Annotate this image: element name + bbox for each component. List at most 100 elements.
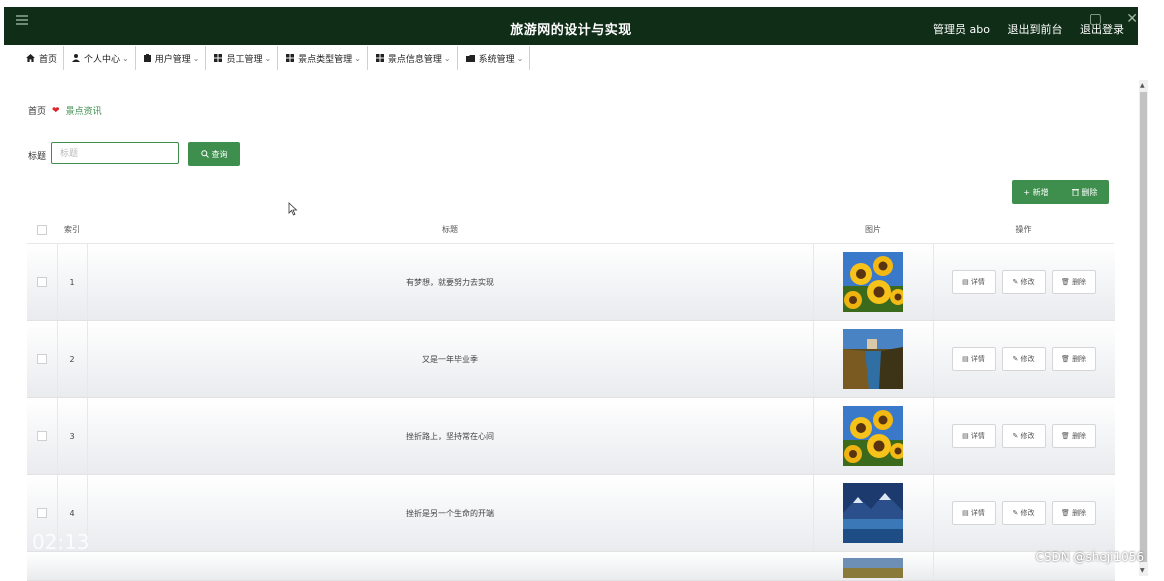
delete-button[interactable]: 🗑 删除 xyxy=(1051,424,1096,448)
table-row: 3 挫折路上，坚持常在心间 ▤ 详情 ✎ 修改 🗑 删除 xyxy=(27,398,1115,475)
edit-button[interactable]: ✎ 修改 xyxy=(1001,270,1046,294)
nav-home[interactable]: 首页 xyxy=(18,46,65,70)
nav-spot-type-management-label: 景点类型管理 xyxy=(298,54,353,65)
chevron-down-icon: ⌄ xyxy=(264,53,272,63)
row-checkbox[interactable] xyxy=(37,277,47,287)
detail-button[interactable]: ▤ 详情 xyxy=(951,424,996,448)
scroll-down-icon[interactable]: ▼ xyxy=(1140,567,1145,574)
detail-icon: ▤ xyxy=(962,278,971,286)
news-table: 索引 标题 图片 操作 1 有梦想，就要努力去实现 ▤ 详情 ✎ 修改 🗑 删除… xyxy=(27,216,1115,581)
user-icon xyxy=(72,54,81,62)
nav-user-management[interactable]: 用户管理 ⌄ xyxy=(136,46,207,70)
search-button-label: 查询 xyxy=(211,149,228,159)
sunflower-image xyxy=(843,252,903,312)
chevron-down-icon: ⌄ xyxy=(443,53,451,63)
edit-button[interactable]: ✎ 修改 xyxy=(1001,424,1046,448)
delete-button[interactable]: 🗑 删除 xyxy=(1051,270,1096,294)
nav-system-management-label: 系统管理 xyxy=(478,54,515,65)
admin-user-label: 管理员 abo xyxy=(933,23,990,36)
edit-button-label: 修改 xyxy=(1020,355,1035,363)
select-all-checkbox[interactable] xyxy=(37,224,47,235)
edit-icon: ✎ xyxy=(1012,278,1021,286)
row-title: 挫折路上，坚持常在心间 xyxy=(87,398,814,474)
row-checkbox[interactable] xyxy=(37,508,47,518)
edit-icon: ✎ xyxy=(1012,432,1021,440)
batch-delete-label: 删除 xyxy=(1081,187,1098,197)
close-icon[interactable]: ✕ xyxy=(1126,11,1138,27)
nav-staff-management[interactable]: 员工管理 ⌄ xyxy=(206,46,279,70)
delete-button[interactable]: 🗑 删除 xyxy=(1051,347,1096,371)
edit-button-label: 修改 xyxy=(1020,432,1035,440)
header-select-all[interactable] xyxy=(27,216,58,244)
detail-button-label: 详情 xyxy=(970,509,985,517)
mouse-cursor-icon xyxy=(288,202,298,216)
trash-icon: 🗑 xyxy=(1060,278,1073,286)
add-button[interactable]: + 新增 xyxy=(1012,180,1061,204)
detail-icon: ▤ xyxy=(962,355,971,363)
chevron-down-icon: ⌄ xyxy=(516,53,524,63)
detail-button-label: 详情 xyxy=(970,278,985,286)
edit-button-label: 修改 xyxy=(1020,509,1035,517)
watermark: CSDN @sheji1056 xyxy=(1035,550,1144,564)
landscape-image xyxy=(843,558,903,578)
edit-button-label: 修改 xyxy=(1020,278,1035,286)
delete-button-label: 删除 xyxy=(1072,278,1087,286)
edit-icon: ✎ xyxy=(1012,509,1021,517)
batch-delete-button[interactable]: 删除 xyxy=(1060,180,1109,204)
nav-personal-center[interactable]: 个人中心 ⌄ xyxy=(64,46,136,70)
edit-button[interactable]: ✎ 修改 xyxy=(1001,501,1046,525)
breadcrumb-current: 景点资讯 xyxy=(65,107,102,117)
nav-staff-management-label: 员工管理 xyxy=(226,54,263,65)
front-link[interactable]: 退出到前台 xyxy=(1008,23,1063,36)
home-icon xyxy=(26,54,35,62)
breadcrumb-home[interactable]: 首页 xyxy=(28,104,46,117)
column-header-image: 图片 xyxy=(813,216,934,244)
column-header-index: 索引 xyxy=(57,216,88,244)
add-button-label: + 新增 xyxy=(1023,187,1049,197)
scroll-up-icon[interactable]: ▲ xyxy=(1140,82,1145,89)
detail-button[interactable]: ▤ 详情 xyxy=(951,270,996,294)
logout-link[interactable]: 退出登录 xyxy=(1080,23,1124,36)
trash-icon xyxy=(1071,189,1079,196)
detail-icon: ▤ xyxy=(962,432,971,440)
breadcrumb: 首页 ❤ 景点资讯 xyxy=(28,104,102,118)
maximize-icon[interactable]: ▢ xyxy=(1089,11,1102,27)
grid-icon xyxy=(214,54,223,62)
edit-button[interactable]: ✎ 修改 xyxy=(1001,347,1046,371)
lake-image xyxy=(843,483,903,543)
nav-personal-center-label: 个人中心 xyxy=(84,54,121,65)
row-title: 又是一年毕业季 xyxy=(87,321,814,397)
detail-button[interactable]: ▤ 详情 xyxy=(951,501,996,525)
trash-icon: 🗑 xyxy=(1060,355,1073,363)
search-label: 标题 xyxy=(28,152,47,162)
nav-spot-info-management[interactable]: 景点信息管理 ⌄ xyxy=(368,46,458,70)
scroll-thumb[interactable] xyxy=(1140,92,1147,562)
nav-spot-info-management-label: 景点信息管理 xyxy=(387,54,442,65)
delete-button-label: 删除 xyxy=(1072,355,1087,363)
sunflower-image xyxy=(843,406,903,466)
row-title: 有梦想，就要努力去实现 xyxy=(87,244,814,320)
delete-button-label: 删除 xyxy=(1072,509,1087,517)
nav-spot-type-management[interactable]: 景点类型管理 ⌄ xyxy=(278,46,368,70)
column-header-actions: 操作 xyxy=(933,216,1114,244)
delete-button[interactable]: 🗑 删除 xyxy=(1051,501,1096,525)
row-checkbox[interactable] xyxy=(37,354,47,364)
detail-icon: ▤ xyxy=(962,509,971,517)
edit-icon: ✎ xyxy=(1012,355,1021,363)
detail-button[interactable]: ▤ 详情 xyxy=(951,347,996,371)
column-header-title: 标题 xyxy=(87,216,814,244)
detail-button-label: 详情 xyxy=(970,355,985,363)
top-bar: 旅游网的设计与实现 管理员 abo 退出到前台 退出登录 ▢ ✕ xyxy=(4,7,1138,45)
folder-icon xyxy=(465,54,475,62)
delete-button-label: 删除 xyxy=(1072,432,1087,440)
canal-image xyxy=(843,329,903,389)
search-icon xyxy=(200,150,209,158)
title-search-input[interactable] xyxy=(51,142,179,164)
nav-system-management[interactable]: 系统管理 ⌄ xyxy=(458,46,531,70)
trash-icon: 🗑 xyxy=(1060,432,1073,440)
search-button[interactable]: 查询 xyxy=(188,142,240,166)
page-scrollbar[interactable]: ▲ ▼ xyxy=(1139,80,1148,576)
grid-icon xyxy=(375,54,384,62)
row-checkbox[interactable] xyxy=(37,431,47,441)
table-row: 1 有梦想，就要努力去实现 ▤ 详情 ✎ 修改 🗑 删除 xyxy=(27,244,1115,321)
